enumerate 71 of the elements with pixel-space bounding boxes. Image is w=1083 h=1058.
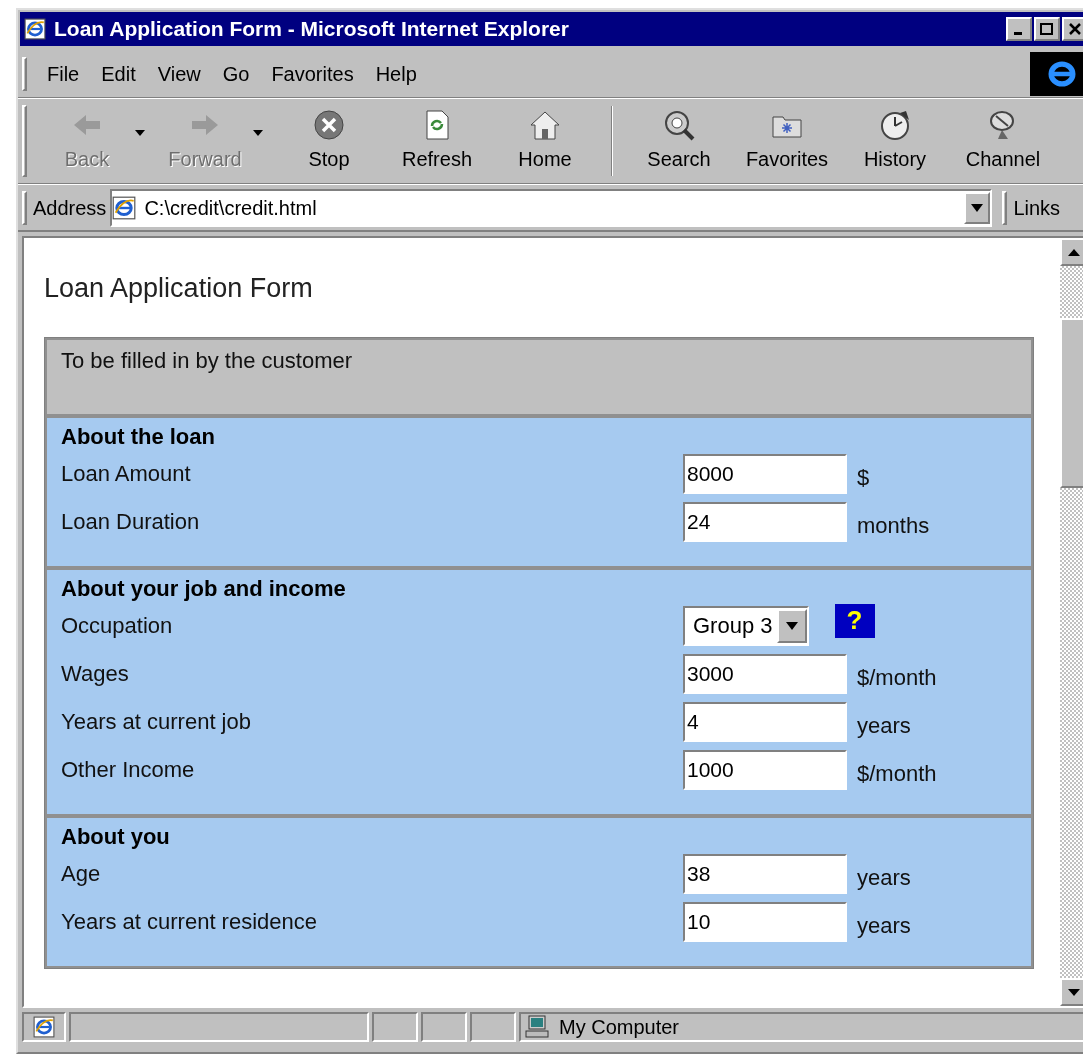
menu-item[interactable]: Edit bbox=[91, 58, 146, 89]
search-icon bbox=[662, 108, 696, 142]
section-heading: About the loan bbox=[61, 422, 216, 450]
section-heading: About your job and income bbox=[61, 574, 347, 602]
status-zone: My Computer bbox=[559, 1015, 680, 1040]
dropdown-arrow-icon[interactable] bbox=[135, 130, 145, 136]
field-label: Occupation bbox=[61, 612, 174, 640]
banner-text: To be filled in by the customer bbox=[61, 347, 353, 373]
close-button[interactable] bbox=[1062, 17, 1083, 41]
scroll-up-button[interactable] bbox=[1060, 238, 1083, 266]
field-label: Loan Duration bbox=[61, 508, 201, 536]
field-label: Years at current residence bbox=[61, 908, 318, 936]
window-title: Loan Application Form - Microsoft Internet Explorer bbox=[54, 16, 569, 43]
text-field[interactable]: 24 bbox=[683, 501, 847, 542]
help-button[interactable]: ? bbox=[834, 603, 875, 638]
text-field[interactable]: 1000 bbox=[683, 749, 847, 790]
unit-label: months bbox=[857, 512, 930, 540]
scroll-down-button[interactable] bbox=[1060, 978, 1083, 1006]
stop-icon bbox=[312, 108, 346, 142]
minimize-button[interactable] bbox=[1006, 17, 1032, 41]
computer-icon bbox=[525, 1015, 551, 1039]
unit-label: years bbox=[857, 912, 911, 940]
status-panel bbox=[372, 1012, 418, 1042]
menu-item[interactable]: File bbox=[37, 58, 90, 89]
close-icon[interactable] bbox=[1068, 23, 1082, 35]
text-field[interactable]: 8000 bbox=[683, 453, 847, 494]
links-button[interactable]: Links bbox=[1013, 192, 1061, 223]
toolbar-button[interactable]: Channel bbox=[949, 101, 1057, 181]
maximize-button[interactable] bbox=[1034, 17, 1060, 41]
toolbar-button[interactable]: Refresh bbox=[383, 101, 491, 181]
menu-item[interactable]: View bbox=[147, 58, 211, 89]
toolbar-button[interactable]: Home bbox=[491, 101, 599, 181]
text-field[interactable]: 3000 bbox=[683, 653, 847, 694]
address-label: Address bbox=[33, 195, 107, 221]
vertical-scrollbar[interactable] bbox=[1060, 238, 1083, 1006]
unit-label: $/month bbox=[857, 664, 937, 692]
field-label: Loan Amount bbox=[61, 460, 192, 488]
up-arrow-icon[interactable] bbox=[1068, 248, 1080, 256]
menu-item[interactable]: Go bbox=[212, 58, 260, 89]
toolbar-button[interactable]: Stop bbox=[275, 101, 383, 181]
clock-icon bbox=[878, 108, 912, 142]
scroll-thumb[interactable] bbox=[1060, 318, 1083, 488]
unit-label: years bbox=[857, 712, 911, 740]
ie-page-icon bbox=[112, 195, 137, 220]
occupation-select[interactable]: Group 3 bbox=[683, 605, 809, 646]
toolbar-button[interactable]: Search bbox=[625, 101, 733, 181]
status-panel bbox=[470, 1012, 516, 1042]
field-label: Years at current job bbox=[61, 708, 252, 736]
page-title: Loan Application Form bbox=[44, 272, 314, 305]
text-field[interactable]: 10 bbox=[683, 901, 847, 942]
status-panel bbox=[421, 1012, 467, 1042]
section-heading: About you bbox=[61, 822, 171, 850]
menu-item[interactable]: Favorites bbox=[261, 58, 364, 89]
maximize-icon[interactable] bbox=[1040, 23, 1054, 35]
field-label: Age bbox=[61, 860, 102, 888]
toolbar-button[interactable]: Favorites bbox=[733, 101, 841, 181]
ie-logo-icon bbox=[1030, 51, 1083, 96]
toolbar-button[interactable]: History bbox=[841, 101, 949, 181]
text-field[interactable]: 38 bbox=[683, 853, 847, 894]
menu-item[interactable]: Help bbox=[365, 58, 427, 89]
ie-page-icon bbox=[33, 1016, 55, 1038]
unit-label: years bbox=[857, 864, 911, 892]
field-label: Wages bbox=[61, 660, 130, 688]
address-field[interactable]: C:\credit\credit.html bbox=[110, 188, 993, 227]
down-arrow-icon[interactable] bbox=[1068, 988, 1080, 996]
field-label: Other Income bbox=[61, 756, 196, 784]
dropdown-arrow-icon[interactable] bbox=[253, 130, 263, 136]
unit-label: $/month bbox=[857, 760, 937, 788]
unit-label: $ bbox=[857, 464, 870, 492]
text-field[interactable]: 4 bbox=[683, 701, 847, 742]
ie-page-icon bbox=[24, 18, 46, 40]
